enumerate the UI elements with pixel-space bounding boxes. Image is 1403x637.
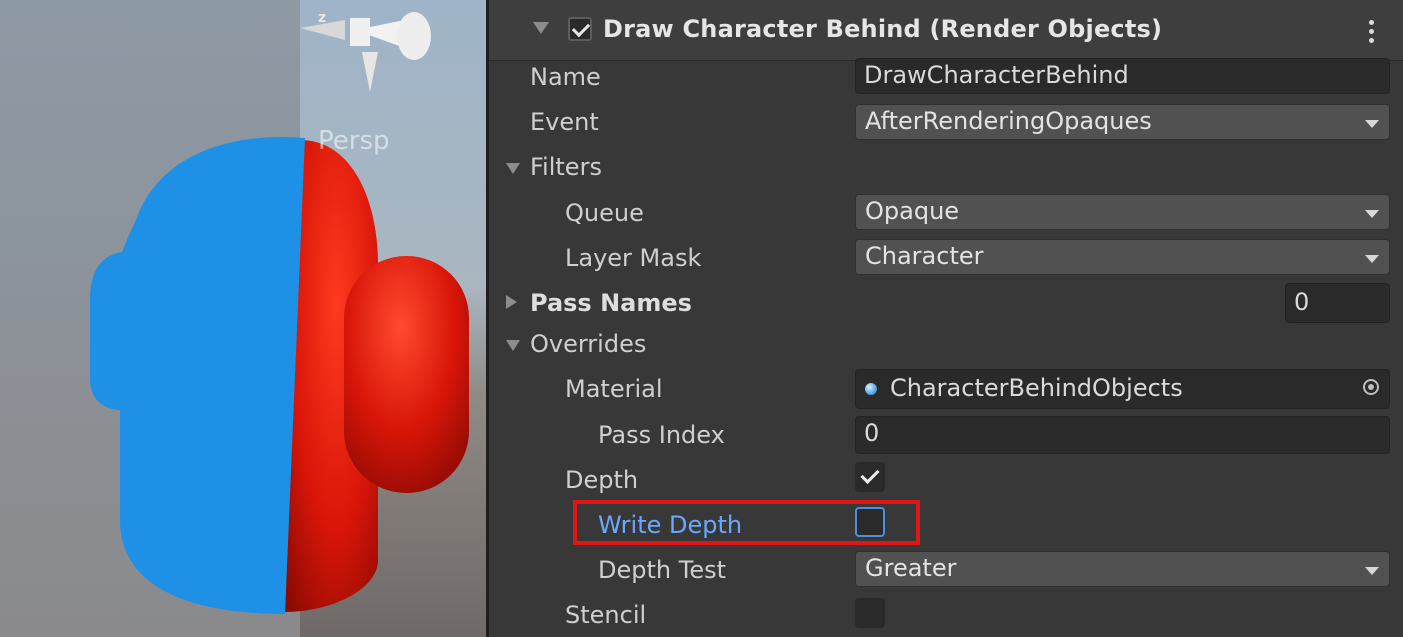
scene-view[interactable]: z Persp xyxy=(0,0,486,637)
pass-index-value: 0 xyxy=(864,419,880,447)
material-label: Material xyxy=(565,375,663,403)
object-picker-icon[interactable] xyxy=(1363,379,1379,395)
triangle-down-icon[interactable] xyxy=(506,340,520,351)
stencil-label: Stencil xyxy=(565,601,647,629)
pass-index-label: Pass Index xyxy=(598,421,725,449)
gizmo-axis-label: z xyxy=(318,10,327,26)
pass-names-count-value: 0 xyxy=(1294,288,1310,316)
triangle-right-icon[interactable] xyxy=(506,295,517,309)
chevron-down-icon xyxy=(1365,120,1379,128)
depth-checkbox[interactable] xyxy=(855,462,885,492)
layer-mask-value: Character xyxy=(865,242,984,270)
pass-names-foldout-label[interactable]: Pass Names xyxy=(530,289,692,317)
component-enabled-checkbox[interactable] xyxy=(568,17,592,41)
material-object-field[interactable]: CharacterBehindObjects xyxy=(855,369,1390,409)
name-value: DrawCharacterBehind xyxy=(864,61,1129,89)
name-field[interactable]: DrawCharacterBehind xyxy=(855,58,1390,94)
component-title: Draw Character Behind (Render Objects) xyxy=(603,15,1163,43)
component-header[interactable]: Draw Character Behind (Render Objects) xyxy=(489,0,1403,61)
material-value: CharacterBehindObjects xyxy=(890,374,1183,402)
filters-foldout-label[interactable]: Filters xyxy=(530,153,602,181)
scene-canvas[interactable] xyxy=(0,0,486,637)
name-label: Name xyxy=(530,63,601,91)
pass-names-count-field[interactable]: 0 xyxy=(1285,283,1390,323)
chevron-down-icon xyxy=(1365,210,1379,218)
overrides-foldout-label[interactable]: Overrides xyxy=(530,330,646,358)
red-capsule-arm xyxy=(344,256,469,493)
layer-mask-dropdown[interactable]: Character xyxy=(855,239,1390,275)
depth-test-label: Depth Test xyxy=(598,556,726,584)
depth-test-value: Greater xyxy=(865,554,957,582)
panel-divider[interactable] xyxy=(486,0,489,637)
chevron-down-icon xyxy=(1365,567,1379,575)
layer-mask-label: Layer Mask xyxy=(565,244,702,272)
event-dropdown[interactable]: AfterRenderingOpaques xyxy=(855,104,1390,140)
kebab-menu-icon[interactable] xyxy=(1369,20,1375,46)
event-label: Event xyxy=(530,108,599,136)
depth-label: Depth xyxy=(565,466,639,494)
pass-index-field[interactable]: 0 xyxy=(855,416,1390,454)
write-depth-highlight-box xyxy=(573,500,920,545)
queue-dropdown[interactable]: Opaque xyxy=(855,194,1390,230)
queue-label: Queue xyxy=(565,199,644,227)
triangle-down-icon[interactable] xyxy=(506,163,520,174)
triangle-down-icon[interactable] xyxy=(533,22,549,34)
chevron-down-icon xyxy=(1365,255,1379,263)
stencil-checkbox[interactable] xyxy=(855,598,885,628)
projection-label[interactable]: Persp xyxy=(318,126,390,156)
depth-test-dropdown[interactable]: Greater xyxy=(855,551,1390,587)
event-value: AfterRenderingOpaques xyxy=(865,107,1152,135)
queue-value: Opaque xyxy=(865,197,960,225)
material-sphere-icon xyxy=(865,383,877,395)
